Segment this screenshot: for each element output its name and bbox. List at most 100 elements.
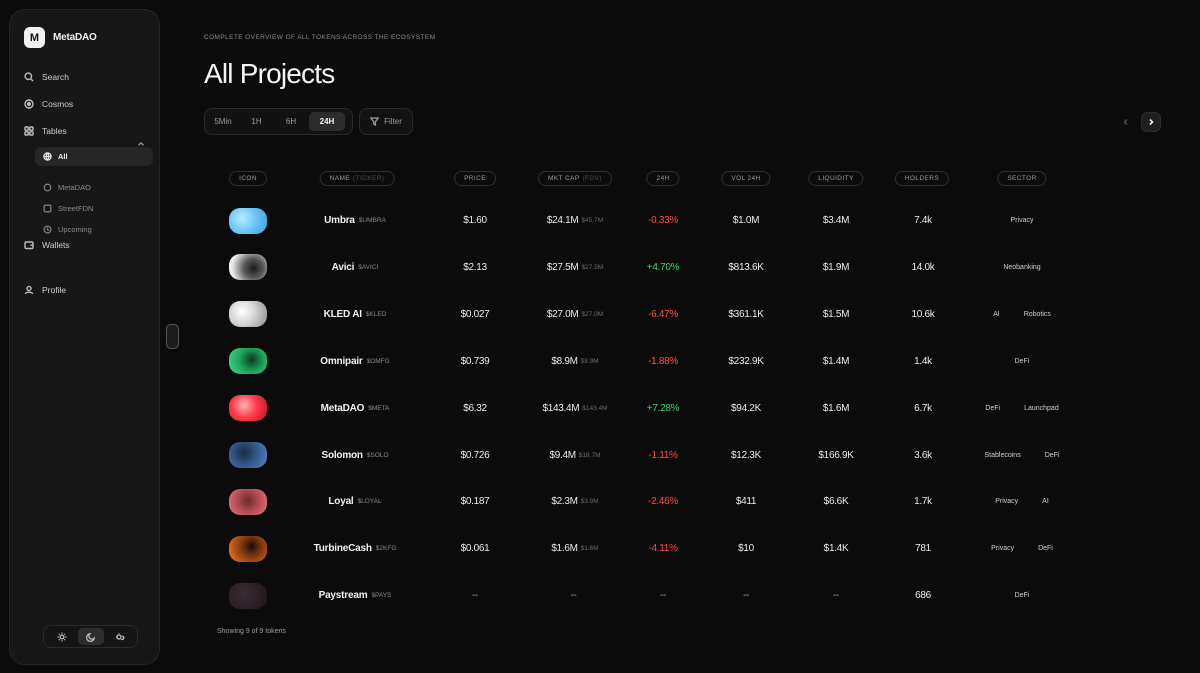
holders-cell: 686 (915, 572, 931, 619)
table-row[interactable]: Omnipair $OMFG $0.739 $8.9M $8.9M -1.88%… (200, 338, 1100, 385)
circle-icon (43, 183, 52, 192)
sidebar-item-upcoming[interactable]: Upcoming (35, 220, 153, 239)
time-24h-button[interactable]: 24H (309, 112, 345, 131)
column-header-24h[interactable]: 24H (646, 171, 680, 186)
column-header-liquidity[interactable]: LIQUIDITY (808, 171, 864, 186)
sector-tag[interactable]: DeFi (985, 405, 1000, 412)
holders-cell: 1.4k (914, 338, 932, 385)
globe-icon (43, 152, 52, 161)
token-name-cell[interactable]: TurbineCash $2KFG (314, 525, 397, 572)
token-icon-cell (229, 525, 267, 572)
token-icon-cell (229, 197, 267, 244)
column-header-vol24h[interactable]: VOL 24H (721, 171, 771, 186)
table-row[interactable]: Loyal $LOYAL $0.187 $2.3M $3.9M -2.46% $… (200, 478, 1100, 525)
token-liquidity: $1.6M (822, 402, 850, 414)
sector-tag[interactable]: Privacy (995, 498, 1018, 505)
nav-search[interactable]: Search (24, 70, 69, 84)
token-volume-24h: $10 (738, 543, 754, 555)
theme-dark-button[interactable] (77, 628, 104, 645)
token-change-24h: -0.33% (648, 215, 678, 226)
token-icon-cell (229, 291, 267, 338)
table-row[interactable]: MetaDAO $META $6.32 $143.4M $143.4M +7.2… (200, 385, 1100, 432)
sector-tag[interactable]: Launchpad (1024, 405, 1059, 412)
previous-page-button[interactable] (1116, 112, 1136, 132)
token-holders: 1.4k (914, 355, 932, 367)
token-name-cell[interactable]: MetaDAO $META (321, 385, 390, 432)
nav-label: Wallets (42, 240, 70, 250)
sector-tag[interactable]: DeFi (1015, 592, 1030, 599)
filter-button[interactable]: Filter (359, 108, 413, 135)
sidebar-item-metadao[interactable]: MetaDAO (35, 178, 153, 197)
nav-tables[interactable]: Tables (24, 124, 67, 138)
sector-tag[interactable]: Stablecoins (985, 452, 1021, 459)
token-change-24h: -1.11% (648, 449, 678, 461)
theme-auto-button[interactable] (107, 628, 133, 645)
brand-name: MetaDAO (53, 32, 97, 43)
sector-tag[interactable]: DeFi (1015, 358, 1030, 365)
time-5min-button[interactable]: 5Min (208, 112, 238, 131)
sector-tag[interactable]: AI (993, 311, 1000, 318)
time-6h-button[interactable]: 6H (275, 112, 307, 131)
column-header-sector[interactable]: SECTOR (997, 171, 1047, 186)
time-1h-button[interactable]: 1H (240, 112, 273, 131)
token-name-cell[interactable]: KLED AI $KLED (324, 291, 387, 338)
column-header-name[interactable]: NAME (TICKER) (319, 171, 395, 186)
sector-tag[interactable]: Privacy (1011, 217, 1034, 224)
table-row[interactable]: Paystream $PAYS -- -- -- -- -- 686 DeFi (200, 572, 1100, 619)
column-header-price[interactable]: PRICE (454, 171, 496, 186)
volume-cell: $12.3K (731, 432, 761, 479)
column-label: VOL 24H (731, 175, 761, 182)
liquidity-cell: $166.9K (818, 432, 853, 479)
token-ticker: $OMFG (366, 357, 390, 365)
sector-tag[interactable]: Neobanking (1003, 264, 1040, 271)
column-header-holders[interactable]: HOLDERS (894, 171, 950, 186)
chevron-up-icon[interactable] (137, 135, 145, 146)
token-ticker: $LOYAL (357, 498, 382, 506)
token-name-cell[interactable]: Solomon $SOLO (321, 432, 388, 479)
token-name: Loyal (328, 496, 354, 508)
theme-light-button[interactable] (49, 628, 75, 645)
sector-tag[interactable]: DeFi (1045, 452, 1060, 459)
token-volume-24h: $12.3K (731, 449, 761, 461)
token-holders: 6.7k (914, 402, 932, 414)
token-name-cell[interactable]: Avici $AVICI (332, 244, 379, 291)
sidebar-item-streetfdn[interactable]: StreetFDN (35, 199, 153, 218)
token-name-cell[interactable]: Omnipair $OMFG (320, 338, 389, 385)
sector-tag[interactable]: Robotics (1024, 311, 1051, 318)
token-volume-24h: $232.9K (728, 355, 764, 367)
token-price: $0.061 (460, 543, 490, 555)
nav-cosmos[interactable]: Cosmos (24, 97, 73, 111)
column-label: NAME (329, 175, 351, 182)
next-page-button[interactable] (1141, 112, 1161, 132)
nav-wallets[interactable]: Wallets (24, 238, 70, 252)
sector-tag[interactable]: AI (1042, 498, 1049, 505)
brand[interactable]: M MetaDAO (24, 27, 97, 48)
token-icon-cell (229, 385, 267, 432)
token-name-cell[interactable]: Loyal $LOYAL (328, 478, 381, 525)
table-row[interactable]: Avici $AVICI $2.13 $27.5M $27.5M +4.70% … (200, 244, 1100, 291)
sidebar-item-all[interactable]: All (35, 147, 153, 166)
liquidity-cell: -- (833, 572, 839, 619)
filter-label: Filter (384, 117, 402, 126)
nav-label: Search (42, 72, 69, 82)
nav-profile[interactable]: Profile (24, 283, 66, 297)
sector-tag[interactable]: Privacy (991, 545, 1014, 552)
user-icon (24, 285, 34, 295)
holders-cell: 14.0k (912, 244, 935, 291)
sector-tag[interactable]: DeFi (1038, 545, 1053, 552)
mktcap-cell: $1.6M $1.6M (551, 525, 598, 572)
column-header-mktcap[interactable]: MKT CAP (FDV) (538, 171, 612, 186)
table-row[interactable]: Umbra $UMBRA $1.60 $24.1M $45.7M -0.33% … (200, 197, 1100, 244)
token-name-cell[interactable]: Paystream $PAYS (319, 572, 392, 619)
table-row[interactable]: Solomon $SOLO $0.726 $9.4M $18.7M -1.11%… (200, 432, 1100, 479)
token-name-cell[interactable]: Umbra $UMBRA (324, 197, 386, 244)
token-name: TurbineCash (313, 543, 372, 555)
table-row[interactable]: KLED AI $KLED $0.027 $27.0M $27.0M -6.47… (200, 291, 1100, 338)
token-liquidity: $3.4M (822, 215, 850, 226)
token-price: $0.187 (460, 496, 490, 508)
table-row[interactable]: TurbineCash $2KFG $0.061 $1.6M $1.6M -4.… (200, 525, 1100, 572)
sidebar-resize-handle[interactable] (166, 324, 179, 349)
column-header-icon[interactable]: ICON (229, 171, 267, 186)
sub-label: StreetFDN (58, 204, 94, 213)
token-holders: 7.4k (914, 215, 932, 226)
